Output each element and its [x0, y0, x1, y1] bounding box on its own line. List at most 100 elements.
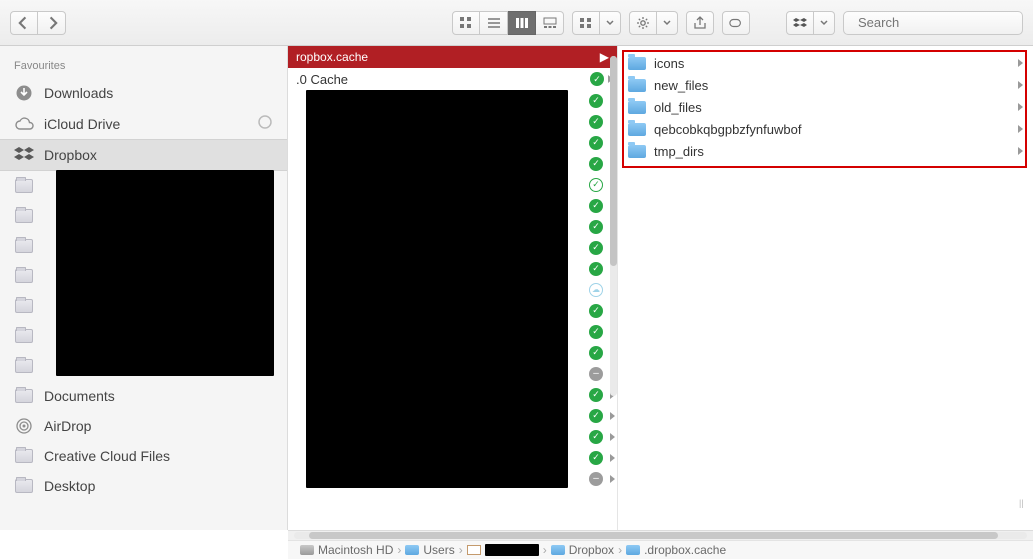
disclosure-icon — [1018, 125, 1023, 133]
sidebar-item[interactable]: iCloud Drive — [0, 108, 287, 139]
dropbox-button[interactable] — [786, 11, 814, 35]
disclosure-icon — [1018, 103, 1023, 111]
path-separator-icon: › — [397, 543, 401, 557]
sidebar-item-label: Downloads — [44, 85, 273, 101]
folder-icon — [14, 297, 34, 315]
search-field[interactable] — [843, 11, 1023, 35]
column-resize-handle[interactable]: || — [1019, 498, 1029, 508]
column-1-row[interactable]: ✓ — [575, 426, 615, 447]
folder-icon — [14, 447, 34, 465]
path-segment[interactable] — [485, 544, 539, 556]
forward-button[interactable] — [38, 11, 66, 35]
sync-ok-icon: ✓ — [589, 136, 603, 150]
column-1-row[interactable]: ✓ — [575, 237, 615, 258]
column-1-row[interactable]: ✓ — [575, 153, 615, 174]
column-1-row[interactable]: .0 Cache ✓ — [288, 68, 617, 90]
column-1-row[interactable]: ☁ — [575, 279, 615, 300]
column-1-selected-label: ropbox.cache — [296, 50, 368, 64]
chevron-down-icon — [820, 20, 828, 26]
tags-button[interactable] — [722, 11, 750, 35]
path-separator-icon: › — [459, 543, 463, 557]
action-group — [629, 11, 678, 35]
sidebar-section-header: Favourites — [0, 56, 287, 78]
sync-ok-icon: ✓ — [589, 157, 603, 171]
dropbox-icon — [793, 16, 807, 30]
footer: Macintosh HD › Users ›› Dropbox › .dropb… — [288, 530, 1033, 559]
column-1-row[interactable]: ✓ — [575, 342, 615, 363]
disclosure-icon — [610, 433, 615, 441]
column-1-row[interactable]: ✓ — [575, 90, 615, 111]
column-2-row[interactable]: old_files — [618, 96, 1033, 118]
sync-ok-outline-icon: ✓ — [589, 178, 603, 192]
back-button[interactable] — [10, 11, 38, 35]
folder-icon — [14, 207, 34, 225]
redacted-content — [56, 170, 274, 376]
column-2-row[interactable]: new_files — [618, 74, 1033, 96]
icon-view-icon — [459, 16, 473, 30]
sidebar-item[interactable]: Creative Cloud Files — [0, 441, 287, 471]
path-segment[interactable]: .dropbox.cache — [644, 543, 726, 557]
folder-icon — [14, 177, 34, 195]
column-1-row[interactable]: ✓ — [575, 258, 615, 279]
disclosure-icon — [1018, 81, 1023, 89]
column-2-row[interactable]: qebcobkqbgpbzfynfuwbof — [618, 118, 1033, 140]
sync-ok-icon: ✓ — [589, 409, 603, 423]
sidebar-item-label: iCloud Drive — [44, 116, 247, 132]
path-segment[interactable]: Dropbox — [569, 543, 614, 557]
gear-icon — [636, 16, 650, 30]
column-1-row[interactable]: ✓ — [575, 300, 615, 321]
column-1-row[interactable]: – — [575, 468, 615, 489]
path-separator-icon: › — [543, 543, 547, 557]
column-2-row[interactable]: icons — [618, 52, 1033, 74]
nav-buttons — [10, 11, 66, 35]
sidebar-item[interactable]: Dropbox — [0, 139, 287, 171]
sync-ok-icon: ✓ — [589, 115, 603, 129]
sync-excluded-icon: – — [589, 367, 603, 381]
column-1-row[interactable]: ✓ — [575, 132, 615, 153]
sidebar-item[interactable]: Documents — [0, 381, 287, 411]
column-1-row[interactable]: – — [575, 363, 615, 384]
action-button[interactable] — [629, 11, 657, 35]
folder-icon — [14, 477, 34, 495]
sidebar-item[interactable]: Desktop — [0, 471, 287, 501]
sidebar-item-label: Desktop — [44, 478, 273, 494]
column-2-row[interactable]: tmp_dirs — [618, 140, 1033, 162]
column-1-row[interactable]: ✓ — [575, 405, 615, 426]
disk-icon — [300, 545, 314, 555]
path-segment[interactable]: Macintosh HD — [318, 543, 393, 557]
horizontal-scrollbar[interactable] — [288, 531, 1033, 541]
scrollbar-thumb[interactable] — [610, 56, 617, 266]
column-1-row[interactable]: ✓ — [575, 447, 615, 468]
view-icon-button[interactable] — [452, 11, 480, 35]
sync-ok-icon: ✓ — [589, 241, 603, 255]
column-1-row[interactable]: ✓ — [575, 321, 615, 342]
horizontal-scrollbar-thumb[interactable] — [309, 532, 998, 539]
column-1-row[interactable]: ✓ — [575, 195, 615, 216]
folder-icon — [628, 57, 646, 70]
folder-icon — [467, 545, 481, 555]
chevron-down-icon — [606, 20, 614, 26]
sidebar-item-label: Documents — [44, 388, 273, 404]
column-1-selected-item[interactable]: ropbox.cache ▶ — [288, 46, 617, 68]
dropbox-menu-button[interactable] — [814, 11, 835, 35]
view-column-button[interactable] — [508, 11, 536, 35]
sync-ok-icon: ✓ — [589, 388, 603, 402]
share-button[interactable] — [686, 11, 714, 35]
share-icon — [693, 16, 707, 30]
column-1-row[interactable]: ✓ — [575, 384, 615, 405]
folder-icon — [14, 237, 34, 255]
column-1-row[interactable]: ✓ — [575, 216, 615, 237]
view-gallery-button[interactable] — [536, 11, 564, 35]
arrange-menu-button[interactable] — [600, 11, 621, 35]
arrange-button[interactable] — [572, 11, 600, 35]
view-list-button[interactable] — [480, 11, 508, 35]
action-menu-button[interactable] — [657, 11, 678, 35]
sidebar-item[interactable]: Downloads — [0, 78, 287, 108]
column-1-row[interactable]: ✓ — [575, 111, 615, 132]
sidebar-item[interactable]: AirDrop — [0, 411, 287, 441]
tag-icon — [729, 16, 743, 30]
chevron-left-icon — [17, 16, 31, 30]
path-segment[interactable]: Users — [423, 543, 454, 557]
search-input[interactable] — [858, 15, 1033, 30]
column-1-row[interactable]: ✓ — [575, 174, 615, 195]
